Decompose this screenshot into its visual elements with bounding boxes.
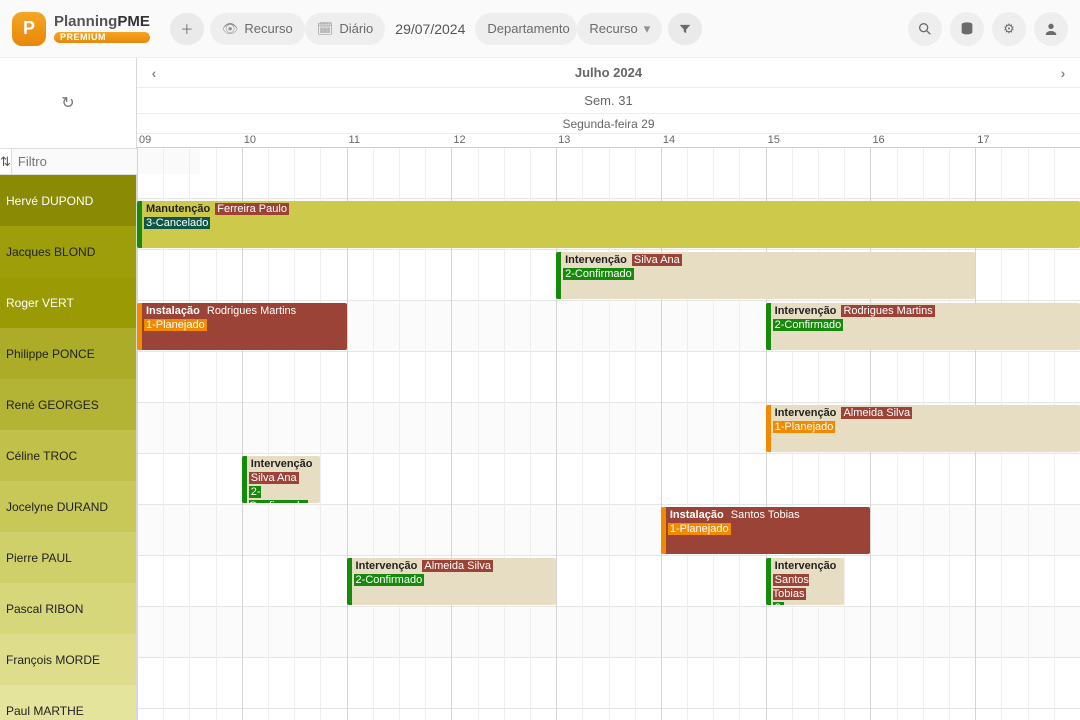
view-by-label: Recurso	[244, 21, 292, 36]
week-label: Sem. 31	[584, 93, 632, 108]
event-block[interactable]: Intervenção Almeida Silva2-Confirmado	[347, 558, 557, 605]
logo-icon: P	[12, 12, 46, 46]
hour-label: 10	[244, 134, 256, 146]
event-block[interactable]: Manutenção Ferreira Paulo3-Cancelado	[137, 201, 1080, 248]
user-button[interactable]	[1034, 12, 1068, 46]
view-mode-select[interactable]: 🗓 Diário	[305, 13, 385, 45]
resource-row[interactable]: Pascal RIBON	[0, 583, 136, 634]
resource-row[interactable]: François MORDE	[0, 634, 136, 685]
search-icon	[917, 21, 933, 37]
resource-label: Recurso	[589, 21, 637, 36]
hour-label: 13	[558, 134, 570, 146]
eye-icon: 👁	[222, 21, 239, 37]
top-toolbar: P PlanningPME PREMIUM ＋ 👁 Recurso 🗓 Diár…	[0, 0, 1080, 58]
database-icon	[959, 21, 975, 37]
department-label: Departamento	[487, 21, 569, 36]
hour-label: 17	[977, 134, 989, 146]
gear-icon: ⚙	[1003, 21, 1015, 37]
event-block[interactable]: Intervenção Silva Ana2-Confirmado	[242, 456, 321, 503]
prev-month-button[interactable]: ‹	[141, 58, 167, 88]
resource-row[interactable]: Paul MARTHE	[0, 685, 136, 720]
hours-header: 09 10 11 12 13 14 15 16 17	[137, 134, 1080, 148]
resource-row[interactable]: René GEORGES	[0, 379, 136, 430]
app-logo: P PlanningPME PREMIUM	[12, 12, 150, 46]
resource-select[interactable]: Recurso ▾	[577, 13, 662, 45]
schedule-grid: ‹ Julho 2024 › Sem. 31 Segunda-feira 29 …	[137, 58, 1080, 720]
filter-button[interactable]	[668, 13, 702, 45]
app-title: PlanningPME	[54, 14, 150, 29]
sort-button[interactable]: ⇅	[0, 149, 12, 174]
view-mode-label: Diário	[339, 21, 373, 36]
resource-row[interactable]: Céline TROC	[0, 430, 136, 481]
hour-label: 12	[453, 134, 465, 146]
resource-row[interactable]: Hervé DUPOND	[0, 175, 136, 226]
next-month-button[interactable]: ›	[1050, 58, 1076, 88]
resource-row[interactable]: Philippe PONCE	[0, 328, 136, 379]
event-block[interactable]: Instalação Rodrigues Martins1-Planejado	[137, 303, 347, 350]
hour-label: 11	[349, 134, 360, 146]
sidebar: ↻ ⇅ Hervé DUPONDJacques BLONDRoger VERTP…	[0, 58, 137, 720]
resource-list: Hervé DUPONDJacques BLONDRoger VERTPhili…	[0, 175, 136, 720]
event-block[interactable]: Intervenção Silva Ana2-Confirmado	[556, 252, 975, 299]
event-block[interactable]: Instalação Santos Tobias1-Planejado	[661, 507, 871, 554]
department-select[interactable]: Departamento	[475, 13, 577, 45]
view-by-select[interactable]: 👁 Recurso	[210, 13, 305, 45]
hour-label: 15	[768, 134, 780, 146]
refresh-button[interactable]: ↻	[61, 93, 74, 113]
chevron-down-icon: ▾	[644, 21, 651, 37]
event-block[interactable]: Intervenção Almeida Silva1-Planejado	[766, 405, 1080, 452]
resource-row[interactable]: Jacques BLOND	[0, 226, 136, 277]
add-button[interactable]: ＋	[170, 13, 204, 45]
user-icon	[1043, 21, 1059, 37]
resource-row[interactable]: Roger VERT	[0, 277, 136, 328]
data-button[interactable]	[950, 12, 984, 46]
premium-badge: PREMIUM	[54, 32, 150, 43]
event-block[interactable]: Intervenção Rodrigues Martins2-Confirmad…	[766, 303, 1080, 350]
date-picker[interactable]: 29/07/2024	[395, 21, 465, 37]
month-label: Julho 2024	[575, 65, 642, 80]
hour-label: 09	[139, 134, 151, 146]
settings-button[interactable]: ⚙	[992, 12, 1026, 46]
calendar-icon: 🗓	[317, 21, 334, 37]
resource-row[interactable]: Jocelyne DURAND	[0, 481, 136, 532]
search-button[interactable]	[908, 12, 942, 46]
event-block[interactable]: Intervenção Santos Tobias2-Confirmado	[766, 558, 845, 605]
resource-row[interactable]: Pierre PAUL	[0, 532, 136, 583]
hour-label: 14	[663, 134, 675, 146]
day-label: Segunda-feira 29	[562, 117, 654, 131]
funnel-icon	[678, 22, 692, 36]
hour-label: 16	[872, 134, 884, 146]
